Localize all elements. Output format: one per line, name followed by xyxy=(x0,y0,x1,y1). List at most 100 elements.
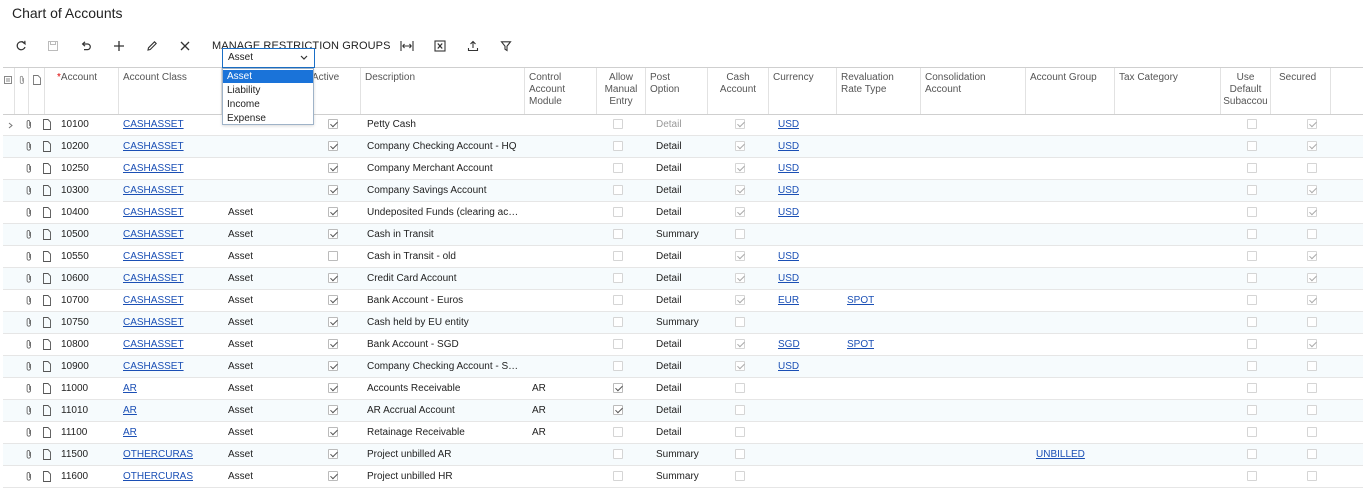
upload-icon[interactable] xyxy=(464,34,482,58)
type-option-income[interactable]: Income xyxy=(223,98,313,111)
secured-checkbox[interactable] xyxy=(1307,471,1317,481)
use-default-sub-checkbox[interactable] xyxy=(1247,163,1257,173)
account-class-link[interactable]: CASHASSET xyxy=(123,136,184,158)
cash-account-checkbox[interactable] xyxy=(735,449,745,459)
secured-checkbox[interactable] xyxy=(1307,405,1317,415)
secured-checkbox[interactable] xyxy=(1307,119,1317,129)
allow-manual-checkbox[interactable] xyxy=(613,207,623,217)
col-header-post-option[interactable]: Post Option xyxy=(646,68,708,114)
use-default-sub-checkbox[interactable] xyxy=(1247,251,1257,261)
account-class-link[interactable]: CASHASSET xyxy=(123,334,184,356)
reval-rate-type-link[interactable]: SPOT xyxy=(847,290,874,312)
cash-account-checkbox[interactable] xyxy=(735,251,745,261)
currency-link[interactable]: USD xyxy=(778,158,799,180)
currency-link[interactable]: USD xyxy=(778,268,799,290)
cash-account-checkbox[interactable] xyxy=(735,383,745,393)
use-default-sub-checkbox[interactable] xyxy=(1247,295,1257,305)
table-row[interactable]: 11010 AR Asset AR Accrual Account AR Detail xyxy=(3,400,1363,422)
currency-link[interactable]: USD xyxy=(778,114,799,136)
table-row[interactable]: 10750 CASHASSET Asset Cash held by EU entit… xyxy=(3,312,1363,334)
use-default-sub-checkbox[interactable] xyxy=(1247,185,1257,195)
allow-manual-checkbox[interactable] xyxy=(613,251,623,261)
plus-icon[interactable] xyxy=(110,34,128,58)
save-icon[interactable] xyxy=(44,34,62,58)
table-row[interactable]: 10200 CASHASSET Company Checking Account -… xyxy=(3,136,1363,158)
col-header-cash-account[interactable]: Cash Account xyxy=(708,68,769,114)
cash-account-checkbox[interactable] xyxy=(735,185,745,195)
table-row[interactable]: 11000 AR Asset Accounts Receivable AR Detail xyxy=(3,378,1363,400)
use-default-sub-checkbox[interactable] xyxy=(1247,405,1257,415)
allow-manual-checkbox[interactable] xyxy=(613,427,623,437)
secured-checkbox[interactable] xyxy=(1307,449,1317,459)
currency-link[interactable]: USD xyxy=(778,136,799,158)
attachment-icon[interactable] xyxy=(25,273,33,287)
cash-account-checkbox[interactable] xyxy=(735,339,745,349)
active-checkbox[interactable] xyxy=(328,339,338,349)
active-checkbox[interactable] xyxy=(328,207,338,217)
currency-link[interactable]: SGD xyxy=(778,334,800,356)
table-row[interactable]: 10600 CASHASSET Asset Credit Card Account De… xyxy=(3,268,1363,290)
attachment-icon[interactable] xyxy=(25,317,33,331)
account-class-link[interactable]: AR xyxy=(123,378,137,400)
use-default-sub-checkbox[interactable] xyxy=(1247,339,1257,349)
active-checkbox[interactable] xyxy=(328,185,338,195)
allow-manual-checkbox[interactable] xyxy=(613,273,623,283)
account-class-link[interactable]: OTHERCURAS xyxy=(123,466,193,488)
table-row[interactable]: 10500 CASHASSET Asset Cash in Transit Summar… xyxy=(3,224,1363,246)
use-default-sub-checkbox[interactable] xyxy=(1247,471,1257,481)
attachment-icon[interactable] xyxy=(25,295,33,309)
account-class-link[interactable]: OTHERCURAS xyxy=(123,444,193,466)
secured-checkbox[interactable] xyxy=(1307,339,1317,349)
secured-checkbox[interactable] xyxy=(1307,251,1317,261)
use-default-sub-checkbox[interactable] xyxy=(1247,141,1257,151)
active-checkbox[interactable] xyxy=(328,449,338,459)
note-icon[interactable] xyxy=(43,229,51,243)
active-checkbox[interactable] xyxy=(328,119,338,129)
table-row[interactable]: 10300 CASHASSET Company Savings Account Det… xyxy=(3,180,1363,202)
fit-columns-icon[interactable] xyxy=(398,34,416,58)
active-checkbox[interactable] xyxy=(328,163,338,173)
account-class-link[interactable]: CASHASSET xyxy=(123,180,184,202)
cash-account-checkbox[interactable] xyxy=(735,405,745,415)
secured-checkbox[interactable] xyxy=(1307,383,1317,393)
cash-account-checkbox[interactable] xyxy=(735,141,745,151)
active-checkbox[interactable] xyxy=(328,295,338,305)
cash-account-checkbox[interactable] xyxy=(735,119,745,129)
note-icon[interactable] xyxy=(43,207,51,221)
reval-rate-type-link[interactable]: SPOT xyxy=(847,334,874,356)
pencil-icon[interactable] xyxy=(143,34,161,58)
use-default-sub-checkbox[interactable] xyxy=(1247,449,1257,459)
col-header-use-default-sub[interactable]: Use Default Subaccou xyxy=(1221,68,1271,114)
col-header-reval-rate-type[interactable]: Revaluation Rate Type xyxy=(837,68,921,114)
allow-manual-checkbox[interactable] xyxy=(613,141,623,151)
attachment-icon[interactable] xyxy=(25,251,33,265)
secured-checkbox[interactable] xyxy=(1307,361,1317,371)
note-icon[interactable] xyxy=(43,317,51,331)
table-row[interactable]: 10700 CASHASSET Asset Bank Account - Euros D… xyxy=(3,290,1363,312)
note-icon[interactable] xyxy=(43,141,51,155)
currency-link[interactable]: USD xyxy=(778,356,799,378)
table-row[interactable]: 10400 CASHASSET Asset Undeposited Funds (cl… xyxy=(3,202,1363,224)
note-icon[interactable] xyxy=(43,471,51,485)
attachment-icon[interactable] xyxy=(25,119,33,133)
active-checkbox[interactable] xyxy=(328,251,338,261)
use-default-sub-checkbox[interactable] xyxy=(1247,427,1257,437)
allow-manual-checkbox[interactable] xyxy=(613,405,623,415)
account-class-link[interactable]: CASHASSET xyxy=(123,246,184,268)
secured-checkbox[interactable] xyxy=(1307,295,1317,305)
active-checkbox[interactable] xyxy=(328,427,338,437)
table-row[interactable]: 10100 CASHASSET Petty Cash Detail USD xyxy=(3,114,1363,136)
account-class-link[interactable]: CASHASSET xyxy=(123,224,184,246)
col-header-account-group[interactable]: Account Group xyxy=(1026,68,1115,114)
filter-icon[interactable] xyxy=(497,34,515,58)
use-default-sub-checkbox[interactable] xyxy=(1247,317,1257,327)
attachment-icon[interactable] xyxy=(25,449,33,463)
cash-account-checkbox[interactable] xyxy=(735,273,745,283)
table-row[interactable]: 10250 CASHASSET Company Merchant Account De… xyxy=(3,158,1363,180)
col-header-description[interactable]: Description xyxy=(361,68,525,114)
col-header-control-module[interactable]: Control Account Module xyxy=(525,68,597,114)
table-row[interactable]: 11100 AR Asset Retainage Receivable AR Detail xyxy=(3,422,1363,444)
type-select[interactable]: Asset xyxy=(222,48,315,68)
note-icon[interactable] xyxy=(43,361,51,375)
attachment-icon[interactable] xyxy=(25,471,33,485)
